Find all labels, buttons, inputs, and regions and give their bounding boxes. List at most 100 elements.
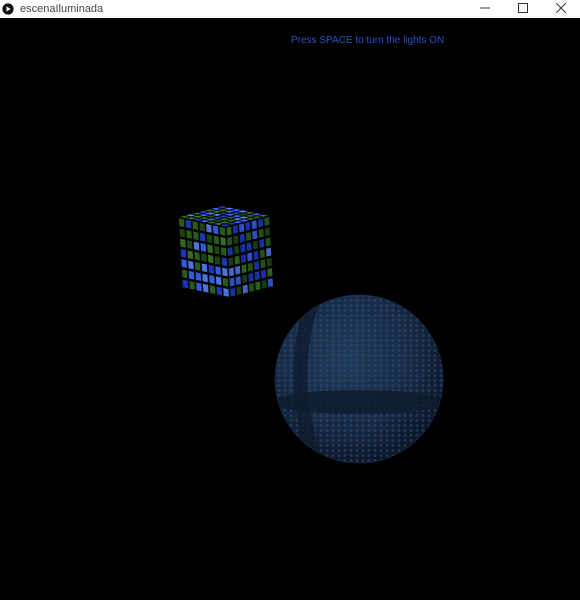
cube-voxel — [182, 279, 189, 289]
cube-voxel — [267, 268, 273, 277]
app-window: escenaIluminada Press SPACE to turn the … — [0, 0, 580, 600]
cube-voxel — [193, 241, 200, 251]
cube-voxel — [214, 245, 220, 255]
cube-voxel — [179, 215, 190, 218]
cube-voxel — [188, 270, 195, 280]
cube-voxel — [186, 240, 193, 249]
cube-voxel — [240, 254, 247, 263]
cube-voxel — [223, 288, 229, 297]
cube-voxel — [244, 211, 255, 214]
cube-voxel — [199, 217, 210, 220]
title-bar[interactable]: escenaIluminada — [0, 0, 580, 18]
cube-voxel — [192, 221, 199, 230]
cube-voxel — [179, 228, 186, 238]
cube-voxel — [195, 272, 202, 281]
cube-voxel — [264, 227, 271, 237]
cube-voxel — [260, 269, 267, 279]
cube-voxel — [209, 275, 215, 284]
cube-voxel — [194, 251, 200, 261]
cube-voxel — [187, 250, 194, 260]
cube-voxel — [217, 209, 228, 212]
cube-voxel — [180, 238, 186, 248]
cube-voxel — [201, 263, 208, 273]
cube-voxel — [239, 219, 250, 222]
cube-voxel — [206, 234, 213, 243]
cube-voxel — [254, 271, 260, 281]
cube-voxel — [219, 218, 230, 221]
cube-voxel — [202, 283, 209, 293]
cube-voxel — [242, 274, 248, 284]
cube-voxel — [227, 236, 233, 246]
cube-voxel — [251, 220, 257, 230]
cube-voxel — [234, 255, 240, 265]
cube-voxel — [232, 225, 238, 234]
cube-voxel — [215, 276, 222, 286]
cube-voxel — [219, 221, 230, 224]
cube-voxel — [205, 215, 216, 218]
cube-voxel — [226, 219, 237, 222]
cube-voxel — [193, 218, 204, 221]
cube-voxel — [266, 247, 272, 257]
cube-voxel — [226, 226, 232, 236]
cube-voxel — [217, 206, 228, 209]
cube-voxel — [181, 259, 187, 268]
cube-voxel — [231, 212, 242, 215]
minimize-button[interactable] — [466, 0, 504, 18]
cube-voxel — [194, 262, 201, 271]
cube-voxel — [221, 257, 228, 267]
cube-voxel — [233, 245, 240, 255]
window-controls — [466, 0, 580, 18]
cube-voxel — [224, 210, 235, 213]
maximize-button[interactable] — [504, 0, 542, 18]
cube-voxel — [207, 244, 213, 254]
cube-voxel — [206, 221, 217, 224]
cube-voxel — [227, 247, 233, 256]
sketch-canvas[interactable]: Press SPACE to turn the lights ON — [0, 18, 580, 600]
maximize-icon — [518, 0, 528, 18]
cube-voxel — [199, 214, 209, 217]
textured-sphere — [274, 294, 444, 464]
cube-voxel — [252, 240, 259, 250]
cube-voxel — [248, 283, 255, 292]
cube-voxel — [185, 219, 192, 229]
cube-voxel — [206, 218, 217, 221]
cube-voxel — [259, 249, 265, 259]
cube-voxel — [248, 272, 254, 282]
cube-voxel — [220, 224, 231, 227]
cube-voxel — [212, 213, 222, 216]
cube-voxel — [225, 213, 236, 216]
cube-voxel — [265, 237, 271, 247]
cube-voxel — [212, 225, 219, 235]
minimize-icon — [480, 0, 490, 18]
cube-voxel — [259, 239, 265, 248]
cube-voxel — [213, 219, 223, 222]
cube-voxel — [260, 259, 266, 269]
cube-voxel — [212, 216, 223, 219]
cube-voxel — [219, 226, 226, 236]
cube-voxel — [211, 210, 222, 213]
cube-voxel — [247, 262, 253, 272]
cube-voxel — [252, 230, 258, 240]
cube-voxel — [257, 218, 264, 228]
close-button[interactable] — [542, 0, 580, 18]
cube-voxel — [238, 216, 249, 219]
cube-voxel — [220, 247, 227, 256]
cube-voxel — [207, 254, 214, 264]
cube-voxel — [216, 286, 223, 296]
cube-voxel — [189, 281, 195, 290]
cube-voxel — [255, 281, 261, 291]
cube-voxel — [225, 216, 236, 219]
cube-voxel — [267, 278, 274, 288]
cube-voxel — [246, 242, 252, 252]
cube-voxel — [245, 214, 255, 217]
cube-voxel — [266, 257, 272, 267]
cube-voxel — [254, 261, 260, 270]
cube-voxel — [218, 212, 229, 215]
cube-voxel — [251, 213, 262, 216]
cube-voxel — [245, 232, 252, 241]
close-icon — [555, 0, 567, 18]
cube-voxel — [226, 222, 237, 225]
cube-voxel — [178, 218, 185, 228]
cube-voxel — [231, 209, 241, 212]
cube-voxel — [235, 276, 241, 285]
